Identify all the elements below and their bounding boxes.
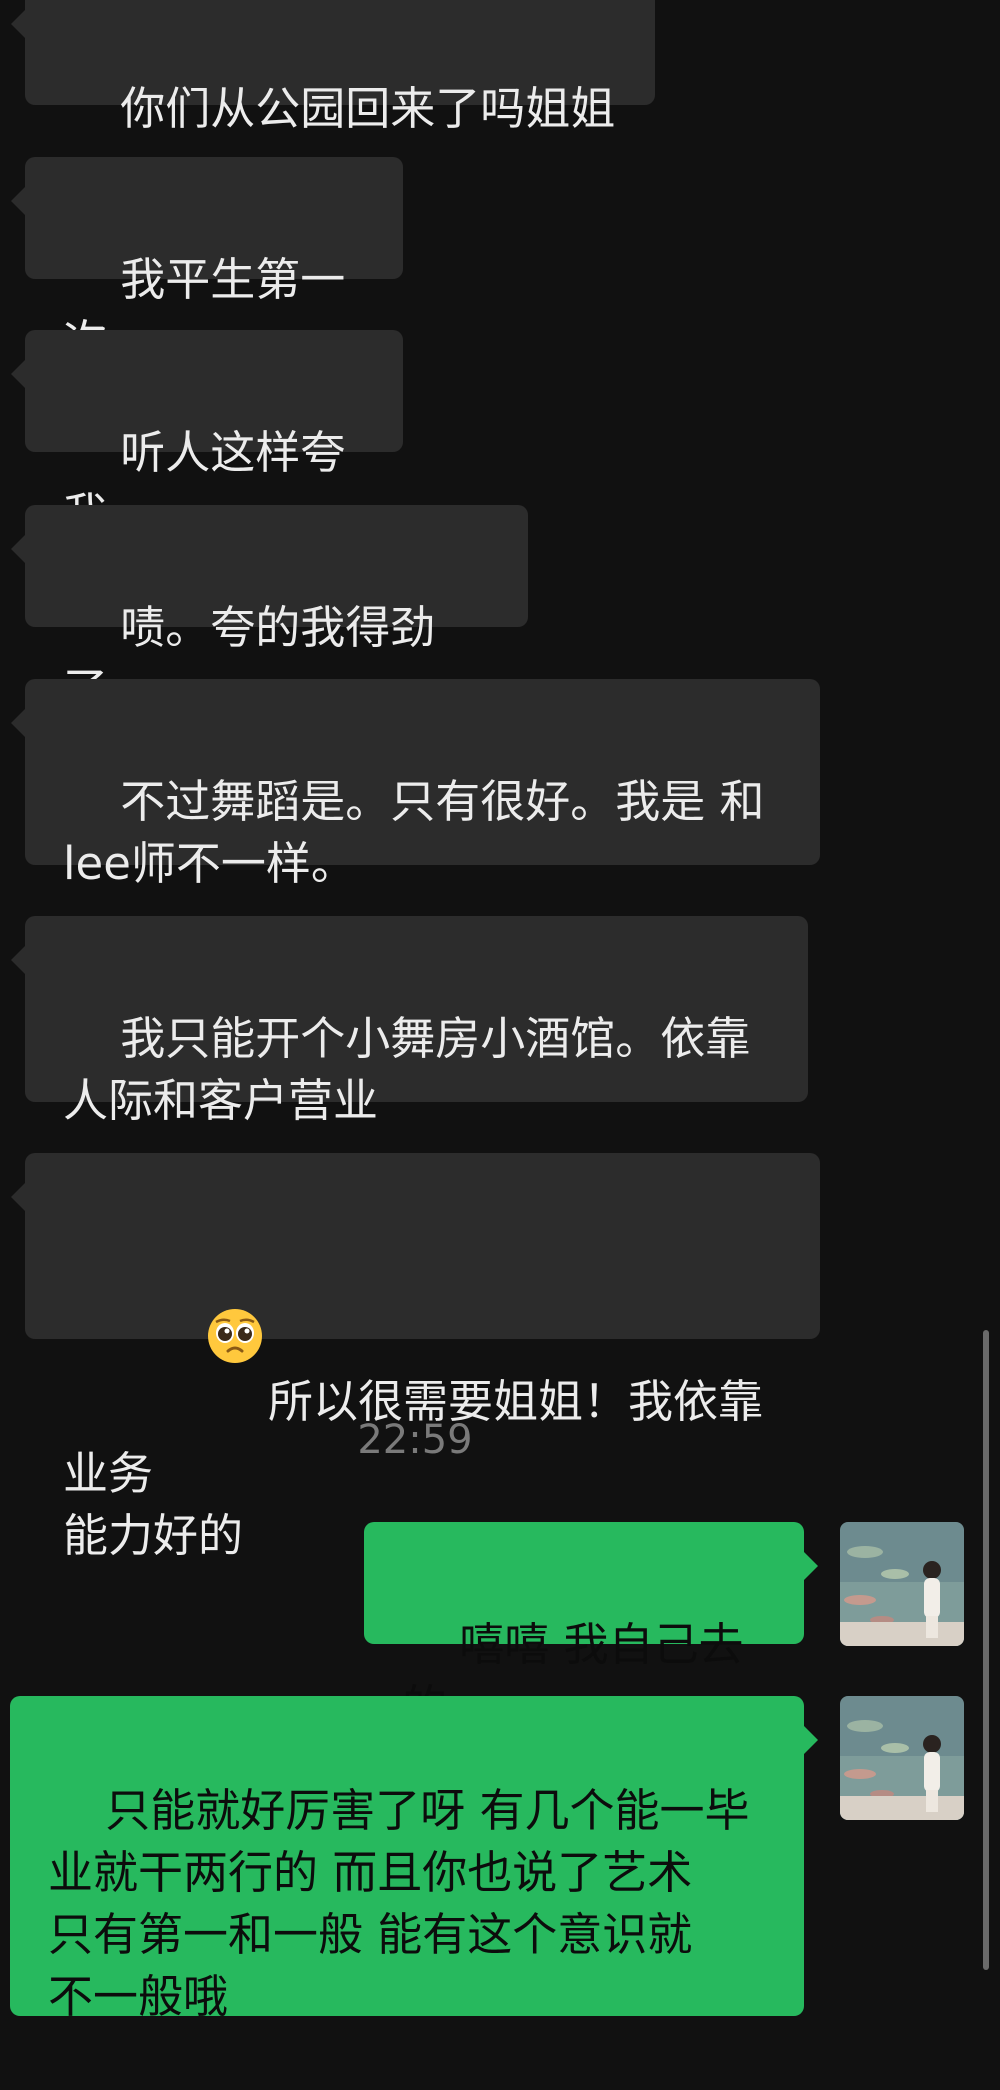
message-text: 你们从公园回来了吗姐姐 (120, 82, 616, 135)
scrollbar[interactable] (983, 1330, 989, 1970)
received-message-bubble[interactable]: 我只能开个小舞房小酒馆。依靠 人际和客户营业 (11, 916, 808, 1127)
received-message-bubble[interactable]: 不过舞蹈是。只有很好。我是 和 lee师不一样。 (11, 679, 820, 890)
message-timestamp: 22:59 (357, 1417, 473, 1463)
message-text: 只能就好厉害了呀 有几个能一毕 业就干两行的 而且你也说了艺术 只有第一和一般 … (48, 1784, 750, 2023)
message-text: 我只能开个小舞房小酒馆。依靠 人际和客户营业 (63, 1012, 751, 1127)
user-avatar[interactable] (840, 1696, 964, 1820)
received-message-bubble[interactable]: 啧。夸的我得劲了。 (11, 505, 528, 716)
received-message-bubble[interactable]: 你们从公园回来了吗姐姐 (11, 0, 655, 135)
user-avatar[interactable] (840, 1522, 964, 1646)
sent-message-bubble[interactable]: 只能就好厉害了呀 有几个能一毕 业就干两行的 而且你也说了艺术 只有第一和一般 … (10, 1696, 818, 2023)
message-text: 不过舞蹈是。只有很好。我是 和 lee师不一样。 (63, 775, 765, 890)
received-message-bubble[interactable]: 听人这样夸我 (11, 330, 403, 541)
chat-message-list[interactable]: 你们从公园回来了吗姐姐 我平生第一次 听人这样夸我 啧。夸的我得劲了。 不过舞蹈… (0, 0, 1000, 2023)
received-message-bubble[interactable]: 我平生第一次 (11, 157, 403, 368)
sent-message-bubble[interactable]: 嘻嘻 我自己去的 (364, 1522, 818, 1733)
received-message-bubble[interactable]: 所以很需要姐姐！我依靠业务 能力好的 (11, 1153, 820, 1562)
